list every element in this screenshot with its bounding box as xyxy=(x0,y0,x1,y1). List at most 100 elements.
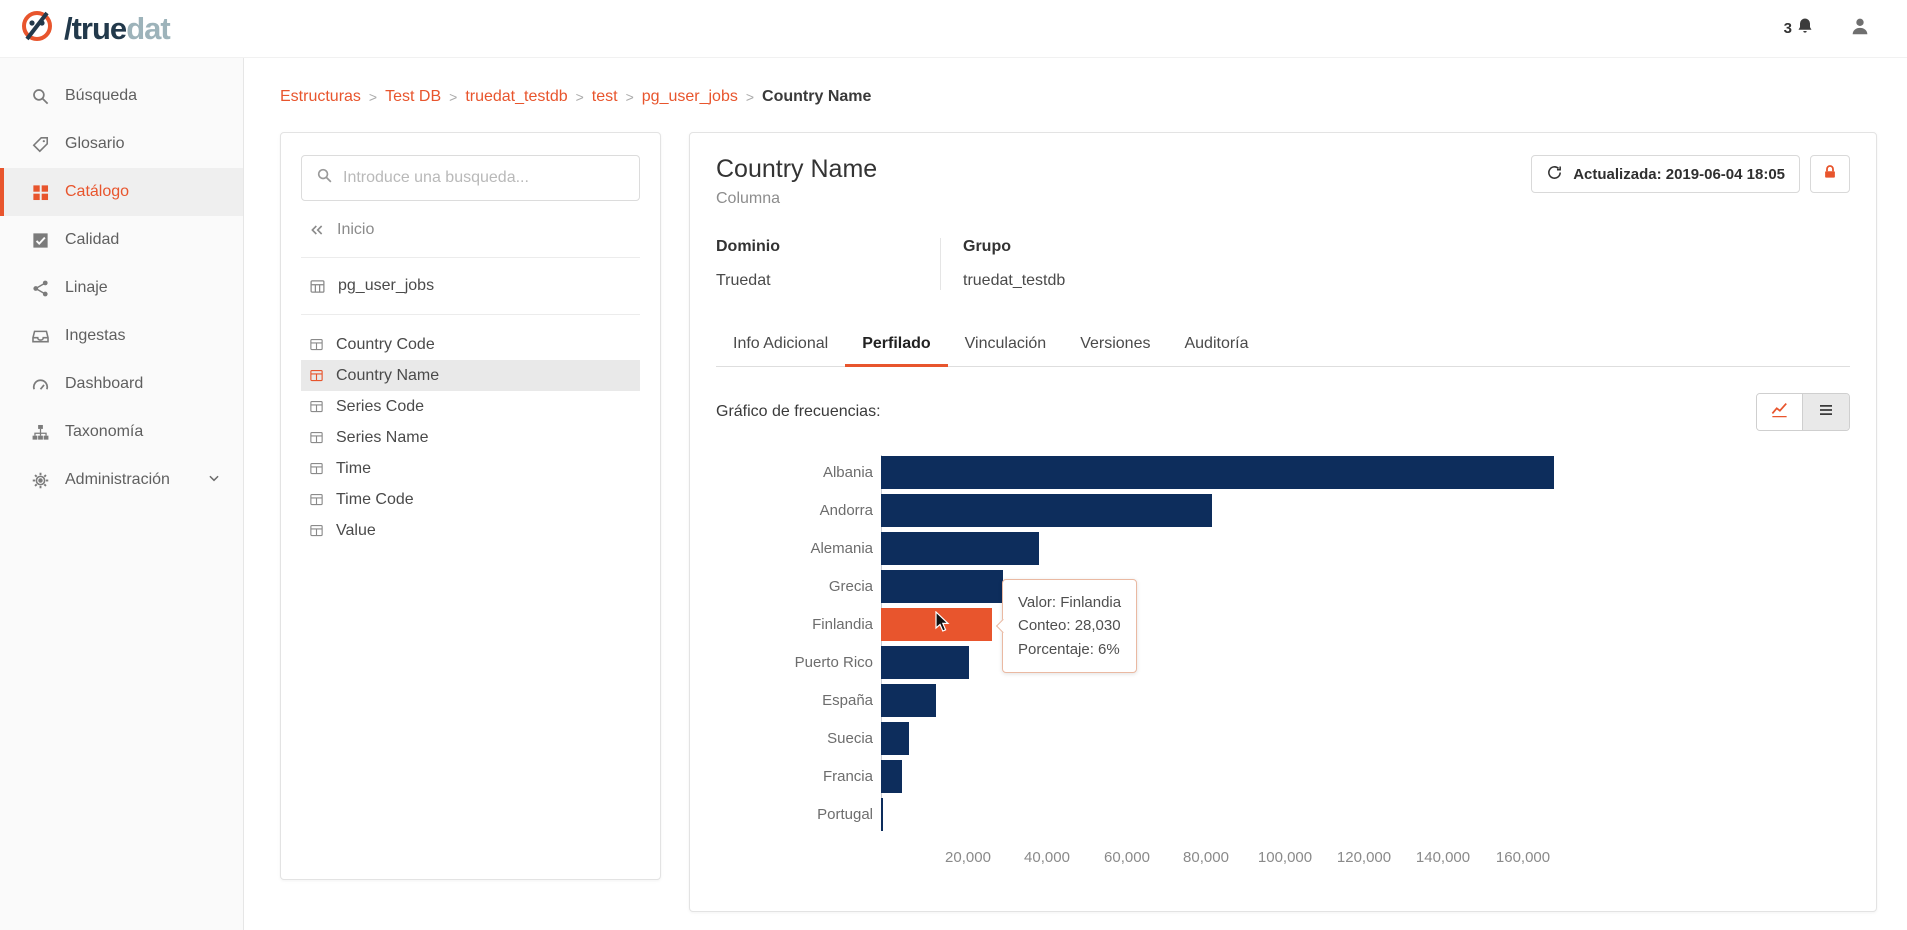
chart-bar[interactable] xyxy=(881,797,883,831)
chart-xaxis: 20,000 40,000 60,000 80,000 100,000 120,000 14… xyxy=(716,841,1616,877)
truedat-logo[interactable]: /truedat xyxy=(18,7,171,50)
column-icon xyxy=(309,461,324,476)
search-input[interactable] xyxy=(343,169,625,187)
column-item-country-name[interactable]: Country Name xyxy=(301,360,640,391)
chart-row: España xyxy=(716,681,1616,719)
breadcrumb-link-truedat-testdb[interactable]: truedat_testdb xyxy=(465,88,567,106)
x-tick-label: 100,000 xyxy=(1257,849,1313,866)
content-row: Inicio pg_user_jobs Country Code xyxy=(280,132,1877,912)
sidebar-item-ingestas[interactable]: Ingestas xyxy=(0,312,243,360)
chart-bar[interactable] xyxy=(881,569,1003,603)
sidebar-item-label: Búsqueda xyxy=(65,87,138,104)
column-item-time[interactable]: Time xyxy=(301,453,640,484)
column-label: Country Name xyxy=(336,366,440,384)
chart-row: Finlandia xyxy=(716,605,1616,643)
chart-bar-track xyxy=(881,759,1616,793)
sidebar-item-busqueda[interactable]: Búsqueda xyxy=(0,72,243,120)
detail-tabs: Info Adicional Perfilado Vinculación Ver… xyxy=(716,322,1850,367)
chart-bar-track xyxy=(881,493,1616,527)
chart-bar[interactable] xyxy=(881,455,1554,489)
x-tick-label: 60,000 xyxy=(1104,849,1150,866)
chart-category-label: Alemania xyxy=(810,539,873,557)
column-icon xyxy=(309,368,324,383)
chevron-down-icon xyxy=(207,471,221,490)
chart-category-label: Albania xyxy=(822,463,873,481)
chart-bar-track xyxy=(881,569,1616,603)
inbox-icon xyxy=(30,326,50,346)
sidebar-item-linaje[interactable]: Linaje xyxy=(0,264,243,312)
tab-versiones[interactable]: Versiones xyxy=(1063,322,1167,366)
table-icon xyxy=(309,278,326,295)
structure-panel: Inicio pg_user_jobs Country Code xyxy=(280,132,661,880)
x-tick-label: 40,000 xyxy=(1024,849,1070,866)
user-menu-button[interactable] xyxy=(1849,15,1871,42)
parent-table-label: pg_user_jobs xyxy=(338,277,435,294)
sidebar-item-label: Catálogo xyxy=(65,183,130,200)
chart-category-label: Grecia xyxy=(828,577,873,595)
notifications-button[interactable]: 3 xyxy=(1784,16,1815,41)
lock-button[interactable] xyxy=(1810,155,1850,193)
field-value: Truedat xyxy=(716,272,771,289)
home-navigation[interactable]: Inicio xyxy=(301,201,640,258)
chart-view-button[interactable] xyxy=(1757,394,1803,430)
chart-category-label: Suecia xyxy=(827,729,873,747)
breadcrumb-current: Country Name xyxy=(762,88,872,105)
metadata-fields: Dominio Truedat Grupo truedat_testdb xyxy=(716,238,1850,290)
breadcrumb-link-test[interactable]: test xyxy=(592,88,618,106)
chart-bar-track xyxy=(881,645,1616,679)
column-icon xyxy=(309,492,324,507)
column-item-country-code[interactable]: Country Code xyxy=(301,329,640,360)
chart-row: Puerto Rico xyxy=(716,643,1616,681)
brand-dat: dat xyxy=(126,10,170,46)
tab-info-adicional[interactable]: Info Adicional xyxy=(716,322,845,366)
chart-header: Gráfico de frecuencias: xyxy=(716,393,1850,431)
breadcrumb-link-testdb[interactable]: Test DB xyxy=(385,88,441,106)
mouse-cursor-icon xyxy=(935,611,950,632)
tab-auditoria[interactable]: Auditoría xyxy=(1167,322,1265,366)
parent-table-item[interactable]: pg_user_jobs xyxy=(301,258,640,315)
chart-row: Francia xyxy=(716,757,1616,795)
chart-row: Suecia xyxy=(716,719,1616,757)
breadcrumb-separator: > xyxy=(368,89,378,105)
chart-bar[interactable] xyxy=(881,759,902,793)
structure-type-label: Columna xyxy=(716,190,781,207)
sidebar-item-taxonomia[interactable]: Taxonomía xyxy=(0,408,243,456)
x-tick-label: 140,000 xyxy=(1415,849,1471,866)
bell-icon xyxy=(1795,16,1815,41)
column-item-value[interactable]: Value xyxy=(301,515,640,546)
tab-vinculacion[interactable]: Vinculación xyxy=(948,322,1064,366)
chart-bar[interactable] xyxy=(881,683,936,717)
sidebar-item-glosario[interactable]: Glosario xyxy=(0,120,243,168)
column-icon xyxy=(309,430,324,445)
sidebar-item-dashboard[interactable]: Dashboard xyxy=(0,360,243,408)
column-label: Time xyxy=(336,459,371,477)
grid-icon xyxy=(30,182,50,202)
sidebar-item-label: Linaje xyxy=(65,279,108,296)
chart-bar-track xyxy=(881,797,1616,831)
home-label: Inicio xyxy=(337,221,375,238)
chart-bar[interactable] xyxy=(881,531,1039,565)
column-item-series-name[interactable]: Series Name xyxy=(301,422,640,453)
chart-category-label: Portugal xyxy=(817,805,873,823)
breadcrumb-separator: > xyxy=(745,89,755,105)
sidebar-item-calidad[interactable]: Calidad xyxy=(0,216,243,264)
field-label: Grupo xyxy=(963,238,1011,255)
chart-row: Grecia xyxy=(716,567,1616,605)
chart-bar[interactable] xyxy=(881,645,969,679)
sidebar-item-catalogo[interactable]: Catálogo xyxy=(0,168,243,216)
list-view-button[interactable] xyxy=(1803,394,1849,430)
sidebar-item-label: Taxonomía xyxy=(65,423,144,440)
page-title: Country Name xyxy=(716,155,878,183)
sidebar-item-administracion[interactable]: Administración xyxy=(0,456,243,504)
breadcrumb-link-estructuras[interactable]: Estructuras xyxy=(280,88,361,106)
breadcrumb-link-pg-user-jobs[interactable]: pg_user_jobs xyxy=(642,88,738,106)
column-item-time-code[interactable]: Time Code xyxy=(301,484,640,515)
chart-row: Alemania xyxy=(716,529,1616,567)
chart-bar[interactable] xyxy=(881,721,909,755)
column-label: Time Code xyxy=(336,490,414,508)
chart-bar[interactable] xyxy=(881,493,1212,527)
tab-perfilado[interactable]: Perfilado xyxy=(845,322,949,367)
sidebar-item-label: Dashboard xyxy=(65,375,144,392)
refresh-button[interactable]: Actualizada: 2019-06-04 18:05 xyxy=(1531,155,1800,193)
column-item-series-code[interactable]: Series Code xyxy=(301,391,640,422)
